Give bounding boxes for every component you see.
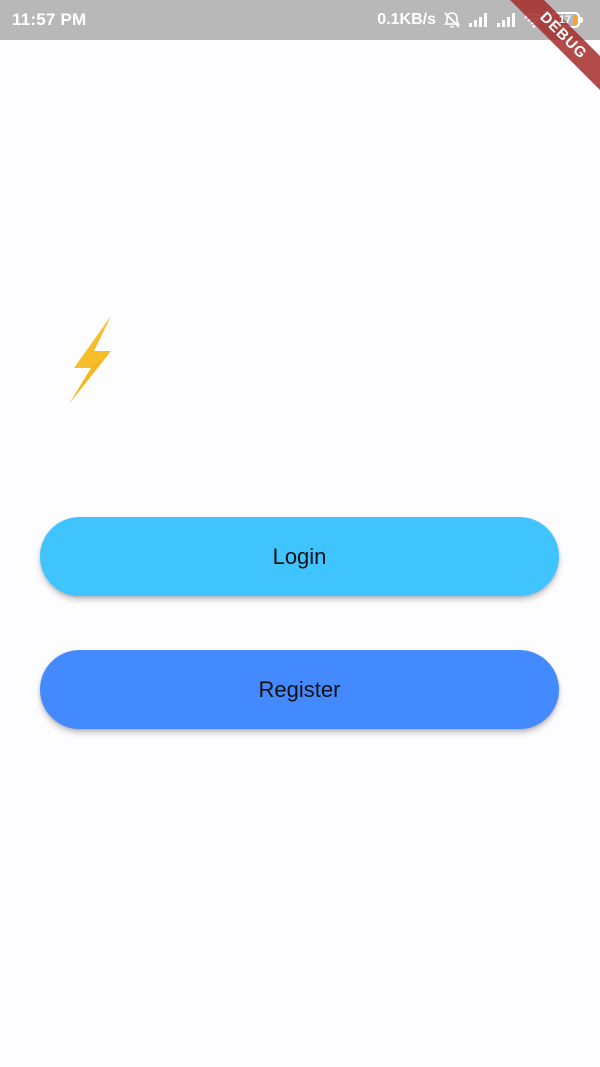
- wifi-icon: [524, 12, 544, 28]
- alarm-off-icon: [442, 10, 462, 30]
- register-button[interactable]: Register: [40, 650, 559, 729]
- battery-icon: 17: [550, 12, 583, 28]
- login-button[interactable]: Login: [40, 517, 559, 596]
- status-bar: 11:57 PM 0.1KB/s 17: [0, 0, 600, 40]
- battery-level: 17: [558, 13, 572, 26]
- network-speed: 0.1KB/s: [377, 11, 436, 28]
- signal-icon: [468, 12, 490, 28]
- status-icons: 0.1KB/s 17: [377, 0, 583, 40]
- login-button-label: Login: [272, 543, 327, 569]
- lightning-bolt-icon: [64, 314, 116, 406]
- signal-icon: [496, 12, 518, 28]
- register-button-label: Register: [258, 676, 341, 702]
- status-time: 11:57 PM: [12, 10, 87, 29]
